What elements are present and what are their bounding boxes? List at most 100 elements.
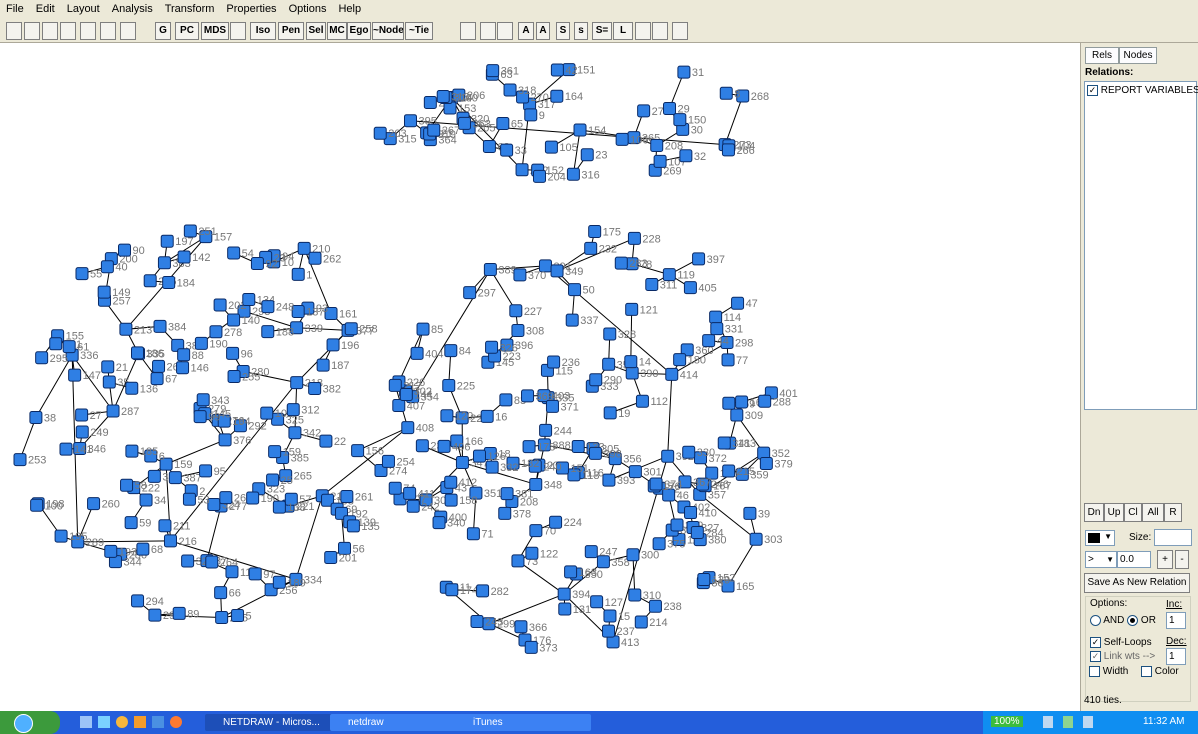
node-square[interactable] xyxy=(735,395,749,409)
network-node[interactable]: 348 xyxy=(529,477,562,491)
node-square[interactable] xyxy=(702,334,716,348)
toolbar-icon-4[interactable] xyxy=(80,22,96,40)
network-node[interactable]: 213 xyxy=(119,322,152,336)
node-square[interactable] xyxy=(227,369,241,383)
node-square[interactable] xyxy=(710,322,724,336)
network-node[interactable]: 97 xyxy=(248,567,275,581)
node-square[interactable] xyxy=(120,478,134,492)
node-square[interactable] xyxy=(316,358,330,372)
relation-checkbox[interactable]: ✓ xyxy=(1087,85,1098,96)
toolbar-button-7[interactable]: Ego xyxy=(347,22,371,40)
node-square[interactable] xyxy=(513,268,527,282)
network-node[interactable]: 42 xyxy=(550,63,578,77)
node-square[interactable] xyxy=(163,534,177,548)
network-node[interactable]: 187 xyxy=(316,358,349,372)
network-node[interactable]: 237 xyxy=(602,624,635,638)
network-node[interactable]: 96 xyxy=(226,346,253,360)
menu-transform[interactable]: Transform xyxy=(159,0,221,15)
node-square[interactable] xyxy=(308,381,322,395)
network-node[interactable]: 127 xyxy=(590,595,623,609)
node-square[interactable] xyxy=(205,555,219,569)
node-square[interactable] xyxy=(524,640,538,654)
node-square[interactable] xyxy=(496,117,510,131)
tab-nodes[interactable]: Nodes xyxy=(1119,47,1157,64)
network-node[interactable]: 308 xyxy=(511,323,544,337)
network-node[interactable]: 1 xyxy=(291,267,312,281)
node-square[interactable] xyxy=(539,423,553,437)
relation-item[interactable]: ✓ REPORT VARIABLES F xyxy=(1087,85,1198,96)
network-node[interactable]: 288 xyxy=(758,394,791,408)
network-node[interactable]: 121 xyxy=(625,302,658,316)
network-node[interactable]: 363 xyxy=(457,116,491,130)
node-square[interactable] xyxy=(690,525,704,539)
node-square[interactable] xyxy=(214,586,228,600)
toolbar-icon-3[interactable] xyxy=(60,22,76,40)
node-square[interactable] xyxy=(75,425,89,439)
node-square[interactable] xyxy=(297,241,311,255)
network-node[interactable]: 405 xyxy=(683,281,717,295)
node-square[interactable] xyxy=(628,588,642,602)
toolbar-button-5[interactable]: Sel xyxy=(306,22,326,40)
network-node[interactable]: 193 xyxy=(104,544,137,558)
network-node[interactable]: 92 xyxy=(250,256,278,270)
toolbar-icon-5[interactable] xyxy=(100,22,116,40)
node-square[interactable] xyxy=(653,154,667,168)
node-square[interactable] xyxy=(476,584,490,598)
network-node[interactable]: 150 xyxy=(673,113,706,127)
node-square[interactable] xyxy=(290,376,304,390)
network-node[interactable]: 282 xyxy=(476,584,509,598)
menu-analysis[interactable]: Analysis xyxy=(106,0,159,15)
network-node[interactable]: 44 xyxy=(702,334,729,348)
network-node[interactable]: 341 xyxy=(717,436,751,450)
node-square[interactable] xyxy=(62,340,76,354)
node-square[interactable] xyxy=(650,139,664,153)
node-square[interactable] xyxy=(288,426,302,440)
network-node[interactable]: 77 xyxy=(721,353,748,367)
network-node[interactable]: 318 xyxy=(503,83,536,97)
node-square[interactable] xyxy=(209,325,223,339)
network-node[interactable]: 138 xyxy=(272,500,306,514)
toolbar-button-13[interactable]: s xyxy=(574,22,588,40)
network-node[interactable]: 267 xyxy=(427,123,460,137)
network-node[interactable]: 411 xyxy=(403,486,436,500)
node-square[interactable] xyxy=(177,348,191,362)
network-node[interactable]: 201 xyxy=(324,551,357,565)
network-node[interactable]: 136 xyxy=(125,381,158,395)
taskbar-itunes[interactable]: iTunes xyxy=(455,714,591,731)
network-node[interactable]: 303 xyxy=(749,532,782,546)
toolbar-button-8[interactable]: ~Node xyxy=(372,22,404,40)
relations-list[interactable]: ✓ REPORT VARIABLES F xyxy=(1084,81,1198,410)
node-square[interactable] xyxy=(196,393,210,407)
toolbar-button-0[interactable]: G xyxy=(155,22,171,40)
network-node[interactable]: 309 xyxy=(730,408,763,422)
network-node[interactable]: 21 xyxy=(101,360,128,374)
network-node[interactable]: 300 xyxy=(626,548,659,562)
node-square[interactable] xyxy=(59,442,73,456)
node-square[interactable] xyxy=(588,225,602,239)
node-square[interactable] xyxy=(131,594,145,608)
network-node[interactable]: 361 xyxy=(486,64,519,78)
cl-button[interactable]: Cl xyxy=(1124,503,1142,522)
network-node[interactable]: 340 xyxy=(432,516,465,530)
network-node[interactable]: 294 xyxy=(131,594,164,608)
network-node[interactable]: 174 xyxy=(445,583,478,597)
network-node[interactable]: 367 xyxy=(678,475,711,489)
node-square[interactable] xyxy=(525,546,539,560)
network-node[interactable]: 410 xyxy=(684,506,717,520)
node-square[interactable] xyxy=(472,449,486,463)
network-node[interactable]: 366 xyxy=(514,620,547,634)
menu-options[interactable]: Options xyxy=(283,0,333,15)
node-square[interactable] xyxy=(87,497,101,511)
network-node[interactable]: 61 xyxy=(62,340,89,354)
node-square[interactable] xyxy=(272,575,286,589)
node-square[interactable] xyxy=(697,573,711,587)
toolbar-button-15[interactable]: L xyxy=(613,22,633,40)
node-square[interactable] xyxy=(227,246,241,260)
node-square[interactable] xyxy=(584,241,598,255)
network-node[interactable]: 19 xyxy=(603,406,630,420)
network-node[interactable]: 376 xyxy=(218,433,251,447)
node-square[interactable] xyxy=(544,140,558,154)
firefox-icon[interactable] xyxy=(170,716,182,728)
network-node[interactable]: 120 xyxy=(440,409,473,423)
network-node[interactable]: 394 xyxy=(557,587,591,601)
